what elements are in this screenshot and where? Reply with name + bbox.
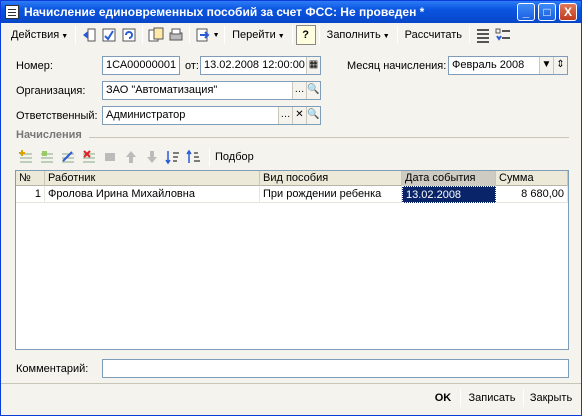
organization-field[interactable]: ЗАО "Автоматизация" … 🔍 bbox=[102, 81, 321, 100]
comment-field[interactable] bbox=[102, 359, 569, 378]
open-magnifier-icon[interactable]: 🔍 bbox=[306, 107, 320, 124]
ok-button[interactable]: OK bbox=[429, 388, 457, 408]
tree-view-icon[interactable] bbox=[493, 25, 513, 45]
select-ellipsis-icon[interactable]: … bbox=[278, 107, 292, 124]
print-icon[interactable] bbox=[166, 25, 186, 45]
date-field[interactable]: 13.02.2008 12:00:00 ▦ bbox=[200, 56, 321, 75]
footer-divider bbox=[1, 383, 581, 384]
responsible-label: Ответственный: bbox=[16, 110, 98, 122]
calendar-icon[interactable]: ▦ bbox=[306, 57, 320, 74]
toolbar-separator bbox=[209, 148, 210, 166]
list-view-icon[interactable] bbox=[473, 25, 493, 45]
help-button[interactable]: ? bbox=[295, 25, 316, 45]
close-form-button[interactable]: Закрыть bbox=[526, 388, 576, 408]
chevron-down-icon: ▼ bbox=[277, 33, 285, 40]
document-window: Начисление единовременных пособий за сче… bbox=[0, 0, 582, 416]
move-up-icon[interactable] bbox=[122, 148, 140, 166]
table-header: № Работник Вид пособия Дата события Сумм… bbox=[16, 171, 568, 186]
responsible-value: Администратор bbox=[106, 109, 186, 121]
table-row[interactable]: 1 Фролова Ирина Михайловна При рождении … bbox=[16, 186, 568, 203]
grid-toolbar: Подбор bbox=[17, 147, 256, 167]
toolbar-separator bbox=[189, 26, 191, 44]
section-title: Начисления bbox=[16, 129, 82, 141]
add-row-icon[interactable] bbox=[17, 148, 35, 166]
goto-label: Перейти bbox=[232, 29, 276, 41]
calculate-button[interactable]: Рассчитать bbox=[401, 25, 466, 45]
footer-separator bbox=[460, 389, 461, 407]
fill-menu[interactable]: Заполнить ▼ bbox=[323, 25, 394, 45]
toolbar-separator bbox=[396, 26, 398, 44]
sort-ascending-icon[interactable] bbox=[164, 148, 182, 166]
document-icon bbox=[5, 5, 19, 19]
column-header-number[interactable]: № bbox=[16, 171, 45, 186]
copy-row-icon[interactable] bbox=[38, 148, 56, 166]
pick-button[interactable]: Подбор bbox=[213, 147, 256, 167]
main-toolbar: Действия ▼ ▼ Перейти ▼ ? Заполнить ▼ Рассчи… bbox=[7, 24, 577, 46]
toolbar-separator bbox=[469, 26, 471, 44]
actions-menu[interactable]: Действия ▼ bbox=[7, 25, 72, 45]
refresh-icon[interactable] bbox=[119, 25, 139, 45]
row-worker[interactable]: Фролова Ирина Михайловна bbox=[45, 186, 260, 203]
row-amount[interactable]: 8 680,00 bbox=[496, 186, 568, 203]
row-event-date[interactable]: 13.02.2008 bbox=[402, 186, 496, 203]
month-value: Февраль 2008 bbox=[452, 59, 525, 71]
organization-label: Организация: bbox=[16, 85, 86, 97]
edit-row-icon[interactable] bbox=[59, 148, 77, 166]
date-value: 13.02.2008 12:00:00 bbox=[204, 59, 305, 71]
sort-descending-icon[interactable] bbox=[185, 148, 203, 166]
responsible-field[interactable]: Администратор … ✕ 🔍 bbox=[102, 106, 321, 125]
close-button[interactable]: X bbox=[559, 3, 577, 21]
chevron-down-icon[interactable]: ▼ bbox=[539, 57, 553, 74]
toolbar-separator bbox=[224, 26, 226, 44]
post-document-icon[interactable] bbox=[99, 25, 119, 45]
chevron-down-icon: ▼ bbox=[382, 33, 390, 40]
clear-x-icon[interactable]: ✕ bbox=[292, 107, 306, 124]
window-title: Начисление единовременных пособий за сче… bbox=[24, 5, 425, 19]
column-header-benefit-type[interactable]: Вид пособия bbox=[260, 171, 402, 186]
copy-document-icon[interactable] bbox=[146, 25, 166, 45]
toolbar-separator bbox=[75, 26, 77, 44]
chevron-down-icon: ▼ bbox=[61, 33, 69, 40]
accruals-table[interactable]: № Работник Вид пособия Дата события Сумм… bbox=[15, 170, 569, 350]
date-label: от: bbox=[185, 60, 199, 72]
number-label: Номер: bbox=[16, 60, 53, 72]
spin-icon[interactable]: ⇕ bbox=[553, 57, 567, 74]
move-down-icon[interactable] bbox=[143, 148, 161, 166]
prev-document-icon[interactable] bbox=[79, 25, 99, 45]
open-magnifier-icon[interactable]: 🔍 bbox=[306, 82, 320, 99]
maximize-button[interactable]: □ bbox=[538, 3, 556, 21]
row-benefit-type[interactable]: При рождении ребенка bbox=[260, 186, 402, 203]
number-field[interactable]: 1СА00000001 bbox=[102, 56, 180, 75]
column-header-event-date[interactable]: Дата события bbox=[402, 171, 496, 186]
delete-row-icon[interactable] bbox=[80, 148, 98, 166]
structure-icon[interactable]: ▼ bbox=[193, 25, 221, 45]
footer-separator bbox=[523, 389, 524, 407]
column-header-worker[interactable]: Работник bbox=[45, 171, 260, 186]
save-button[interactable]: Записать bbox=[463, 388, 521, 408]
month-field[interactable]: Февраль 2008 ▼ ⇕ bbox=[448, 56, 568, 75]
comment-label: Комментарий: bbox=[16, 363, 89, 375]
month-label: Месяц начисления: bbox=[347, 60, 447, 72]
actions-label: Действия bbox=[11, 29, 60, 41]
toolbar-separator bbox=[291, 26, 293, 44]
title-bar[interactable]: Начисление единовременных пособий за сче… bbox=[1, 1, 581, 23]
end-edit-icon[interactable] bbox=[101, 148, 119, 166]
minimize-button[interactable]: _ bbox=[517, 3, 535, 21]
organization-value: ЗАО "Автоматизация" bbox=[106, 84, 218, 96]
section-divider bbox=[89, 137, 569, 138]
column-header-amount[interactable]: Сумма bbox=[496, 171, 568, 186]
fill-label: Заполнить bbox=[326, 29, 381, 41]
toolbar-separator bbox=[142, 26, 144, 44]
row-number: 1 bbox=[16, 186, 45, 203]
toolbar-separator bbox=[318, 26, 320, 44]
select-ellipsis-icon[interactable]: … bbox=[292, 82, 306, 99]
goto-menu[interactable]: Перейти ▼ bbox=[228, 25, 289, 45]
